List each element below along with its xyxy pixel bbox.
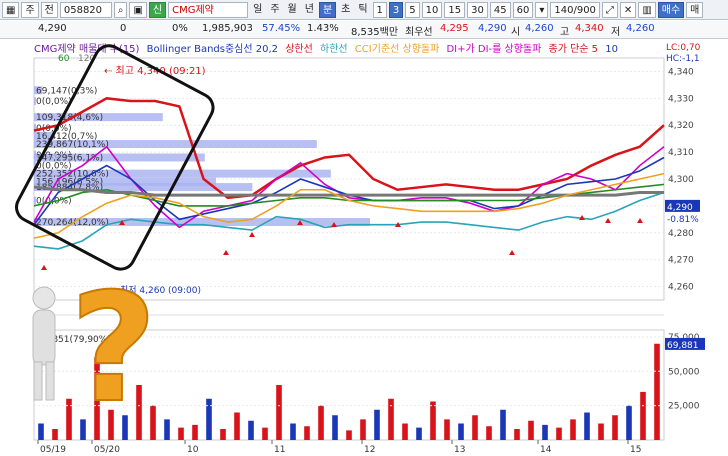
x-tick-label: 15 [630, 445, 641, 455]
volume-bar [486, 426, 492, 440]
x-tick-label: 05/20 [94, 445, 120, 455]
volume-tick-label: 50,000 [668, 367, 700, 377]
ma60-label: 60 [58, 54, 70, 64]
volume-bar [220, 429, 226, 440]
volume-bar [654, 343, 660, 440]
volume-bar [192, 424, 198, 440]
person-leg-icon [33, 361, 43, 401]
volume-bar [640, 391, 646, 440]
volume-bar [514, 429, 520, 440]
price-chart[interactable]: 4,340 4,330 4,320 4,310 4,300 4,290 4,280 4,270… [0, 0, 728, 456]
volume-bar [178, 427, 184, 440]
volume-bar [206, 398, 212, 440]
volume-bar [500, 409, 506, 440]
volume-bar [38, 423, 44, 440]
volume-bar [430, 401, 436, 440]
x-tick-label: 14 [540, 445, 552, 455]
price-tick-label: 4,260 [668, 283, 694, 293]
x-tick-label: 05/19 [40, 445, 66, 455]
volume-profile-label: 69,147(0,3%) [36, 86, 97, 96]
volume-bar [612, 415, 618, 440]
x-tick-label: 11 [274, 445, 285, 455]
volume-bar [458, 423, 464, 440]
hc-label: HC:-1,1 [666, 54, 700, 64]
volume-bar [52, 429, 58, 440]
person-head-icon [32, 286, 56, 310]
volume-bar [346, 430, 352, 440]
volume-bar [164, 419, 170, 440]
volume-bar [402, 423, 408, 440]
volume-bar [626, 405, 632, 440]
volume-bar [276, 385, 282, 440]
volume-bar [234, 412, 240, 440]
volume-bar [388, 398, 394, 440]
x-tick-label: 10 [187, 445, 199, 455]
person-body-icon [32, 309, 56, 366]
volume-bar [360, 419, 366, 440]
price-tick-label: 4,340 [668, 67, 694, 77]
volume-bar [542, 424, 548, 440]
volume-bar [528, 420, 534, 440]
x-tick-label: 12 [364, 445, 375, 455]
price-tick-label: 4,280 [668, 229, 694, 239]
volume-bar [248, 420, 254, 440]
price-tick-label: 4,320 [668, 121, 694, 131]
volume-bar [318, 405, 324, 440]
current-change-label: -0.81% [667, 215, 699, 225]
price-tick-label: 4,300 [668, 175, 694, 185]
volume-bar [584, 412, 590, 440]
volume-current-label: 69,881 [667, 341, 699, 351]
volume-bar [290, 423, 296, 440]
x-tick-label: 13 [454, 445, 465, 455]
volume-bar [472, 415, 478, 440]
volume-profile-label: 0(0,0%) [36, 97, 72, 107]
price-tick-label: 4,330 [668, 94, 694, 104]
lc-label: LC:0,70 [666, 43, 701, 53]
volume-bar [570, 419, 576, 440]
volume-bar [598, 423, 604, 440]
price-tick-label: 4,270 [668, 256, 694, 266]
price-tick-label: 4,310 [668, 148, 694, 158]
volume-bar [262, 427, 268, 440]
volume-bar [374, 409, 380, 440]
volume-bar [332, 415, 338, 440]
person-leg-icon [45, 361, 55, 401]
volume-bar [304, 426, 310, 440]
volume-bar [444, 419, 450, 440]
question-mark-icon: ? [70, 262, 157, 436]
volume-tick-label: 25,000 [668, 402, 700, 412]
volume-bar [416, 427, 422, 440]
volume-bar [556, 427, 562, 440]
current-price-label: 4,290 [667, 203, 693, 213]
